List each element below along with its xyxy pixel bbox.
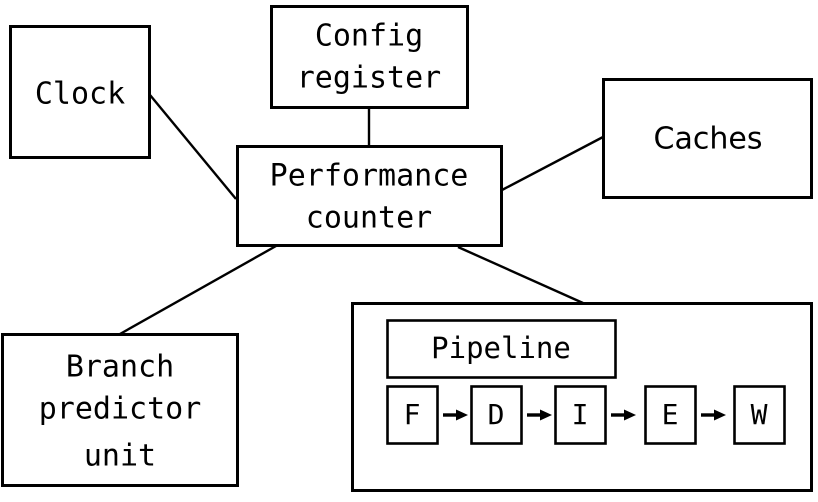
caches-label: Caches [654, 122, 763, 157]
pipeline-stage-writeback-label: W [751, 398, 768, 431]
config-register-label-line2: register [297, 61, 442, 96]
pipeline-stage-issue-label: I [572, 398, 589, 431]
node-caches[interactable]: Caches [602, 78, 813, 199]
branch-predictor-unit-label-line2: predictor [39, 392, 202, 427]
pipeline-header-label: Pipeline [431, 331, 571, 365]
branch-predictor-unit-label-line3: unit [84, 439, 156, 474]
pipeline-stage-execute[interactable]: E [644, 385, 697, 445]
node-branch-predictor-unit[interactable]: Branch predictor unit [1, 333, 239, 487]
pipeline-stage-decode-label: D [488, 398, 505, 431]
pipeline-stage-execute-label: E [662, 398, 679, 431]
node-pipeline-group[interactable]: Pipeline F D I E W [351, 302, 813, 492]
performance-counter-label-line1: Performance [270, 159, 469, 194]
block-diagram: Clock Config register Performance counte… [1, 5, 813, 492]
pipeline-stage-decode[interactable]: D [470, 385, 523, 445]
pipeline-stage-fetch-label: F [404, 398, 421, 431]
edge-performance-counter-to-branch-predictor-unit [119, 244, 277, 336]
clock-label: Clock [35, 77, 125, 112]
diagram-canvas: Clock Config register Performance counte… [0, 0, 818, 502]
edge-performance-counter-to-pipeline-group [457, 245, 584, 305]
branch-predictor-unit-label-line1: Branch [66, 350, 174, 385]
config-register-label-line1: Config [315, 19, 423, 54]
pipeline-stage-issue[interactable]: I [554, 385, 607, 445]
edge-performance-counter-to-caches [501, 135, 604, 192]
node-config-register[interactable]: Config register [270, 5, 469, 109]
node-clock[interactable]: Clock [9, 25, 151, 159]
performance-counter-label-line2: counter [306, 201, 432, 236]
pipeline-stage-writeback[interactable]: W [733, 385, 786, 445]
node-performance-counter[interactable]: Performance counter [236, 145, 503, 247]
pipeline-stage-fetch[interactable]: F [386, 385, 439, 445]
edge-clock-to-performance-counter [149, 94, 237, 200]
